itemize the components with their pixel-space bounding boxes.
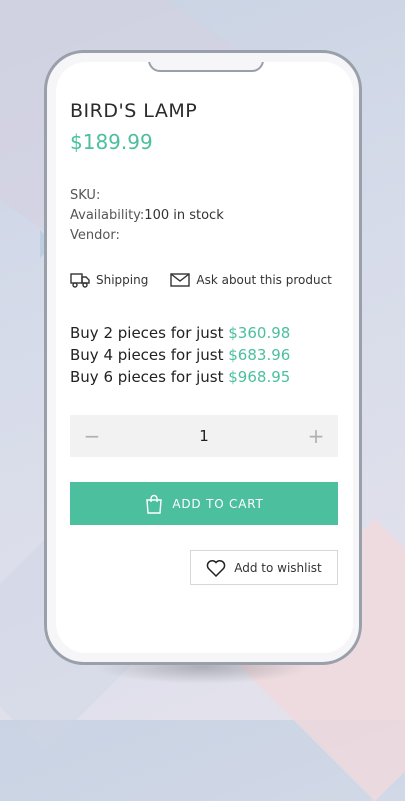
sku-label: SKU:: [70, 188, 101, 203]
shipping-link[interactable]: Shipping: [70, 272, 148, 288]
shipping-link-label: Shipping: [96, 273, 149, 287]
add-to-wishlist-label: Add to wishlist: [234, 560, 322, 575]
quantity-increase-button[interactable]: +: [304, 424, 328, 448]
heart-icon: [206, 559, 226, 577]
product-price: $189.99: [70, 130, 153, 154]
vendor-label: Vendor:: [70, 228, 120, 243]
phone-notch: [148, 62, 264, 72]
bulk-offer-text: Buy 6 pieces for just: [70, 368, 229, 386]
product-links: Shipping Ask about this product: [70, 272, 332, 288]
availability-value: 100 in stock: [144, 208, 224, 223]
bulk-offer-amount: $968.95: [228, 368, 291, 386]
ask-about-product-label: Ask about this product: [196, 273, 332, 287]
quantity-decrease-button[interactable]: −: [80, 424, 104, 448]
bulk-offer-text: Buy 4 pieces for just: [70, 346, 229, 364]
bulk-offer-item: Buy 4 pieces for just $683.96: [70, 344, 290, 366]
product-title: BIRD'S LAMP: [70, 100, 198, 122]
bulk-offer-item: Buy 2 pieces for just $360.98: [70, 322, 290, 344]
add-to-wishlist-button[interactable]: Add to wishlist: [190, 550, 338, 585]
quantity-value[interactable]: 1: [199, 427, 209, 445]
bulk-offer-item: Buy 6 pieces for just $968.95: [70, 366, 290, 388]
mail-icon: [170, 273, 191, 287]
bulk-offer-amount: $683.96: [228, 346, 291, 364]
availability-row: Availability:100 in stock: [70, 208, 224, 223]
truck-icon: [70, 273, 90, 288]
ask-about-product-link[interactable]: Ask about this product: [170, 273, 332, 287]
bulk-offer-amount: $360.98: [228, 324, 291, 342]
bulk-offer-text: Buy 2 pieces for just: [70, 324, 229, 342]
add-to-cart-label: ADD TO CART: [172, 496, 264, 511]
shopping-bag-icon: [146, 494, 163, 514]
phone-screen: BIRD'S LAMP $189.99 SKU: Availability:10…: [56, 62, 353, 653]
bulk-offers: Buy 2 pieces for just $360.98 Buy 4 piec…: [70, 322, 290, 388]
availability-label: Availability:: [70, 208, 145, 223]
quantity-stepper: − 1 +: [70, 415, 338, 457]
add-to-cart-button[interactable]: ADD TO CART: [70, 482, 338, 525]
